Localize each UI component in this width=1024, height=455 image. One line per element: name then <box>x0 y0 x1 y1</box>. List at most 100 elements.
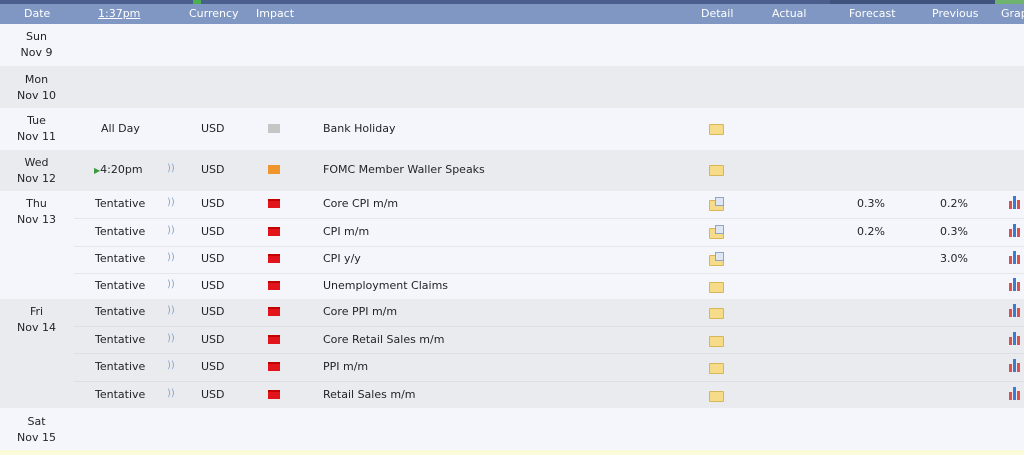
day-row-sat: Sat Nov 15 <box>0 408 1024 450</box>
header-actual: Actual <box>772 7 807 20</box>
event-row[interactable]: Tentative )) USD CPI m/m 0.2% 0.3% <box>0 219 1024 246</box>
impact-gray-icon[interactable] <box>268 124 280 133</box>
event-row[interactable]: Tentative )) USD Core PPI m/m <box>0 299 1024 326</box>
folder-doc-icon[interactable] <box>709 225 724 239</box>
folder-icon[interactable] <box>709 363 724 374</box>
impact-red-icon[interactable] <box>268 335 280 344</box>
event-time-wrap: ▶4:20pm <box>94 163 143 176</box>
bar-graph-icon[interactable] <box>1009 277 1023 291</box>
impact-red-icon[interactable] <box>268 227 280 236</box>
impact-red-icon[interactable] <box>268 307 280 316</box>
event-previous: 0.3% <box>940 225 968 238</box>
day-row-fri: Fri Nov 14 Tentative )) USD Core PPI m/m… <box>0 299 1024 408</box>
folder-doc-icon[interactable] <box>709 252 724 266</box>
folder-icon[interactable] <box>709 391 724 402</box>
folder-icon[interactable] <box>709 165 724 176</box>
sound-wave-icon[interactable]: )) <box>167 163 175 174</box>
header-graph: Grap <box>1001 7 1024 20</box>
event-currency: USD <box>201 388 225 401</box>
bar-graph-icon[interactable] <box>1009 195 1023 209</box>
event-title[interactable]: Core Retail Sales m/m <box>323 333 444 346</box>
event-time: Tentative <box>95 279 146 292</box>
header-current-time-link[interactable]: 1:37pm <box>98 7 140 20</box>
header-date: Date <box>24 7 51 20</box>
sound-wave-icon[interactable]: )) <box>167 225 175 236</box>
folder-icon[interactable] <box>709 282 724 293</box>
event-row[interactable]: Tentative )) USD CPI y/y 3.0% <box>0 247 1024 273</box>
event-previous: 3.0% <box>940 252 968 265</box>
impact-red-icon[interactable] <box>268 362 280 371</box>
sound-wave-icon[interactable]: )) <box>167 360 175 371</box>
sound-wave-icon[interactable]: )) <box>167 305 175 316</box>
bar-graph-icon[interactable] <box>1009 250 1023 264</box>
bottom-strip <box>0 450 1024 455</box>
event-row[interactable]: ▶4:20pm )) USD FOMC Member Waller Speaks <box>0 150 1024 191</box>
day-label: Sun Nov 9 <box>0 29 73 61</box>
event-title[interactable]: Unemployment Claims <box>323 279 448 292</box>
event-time: Tentative <box>95 333 146 346</box>
event-currency: USD <box>201 252 225 265</box>
impact-red-icon[interactable] <box>268 390 280 399</box>
event-row[interactable]: Tentative )) USD PPI m/m <box>0 354 1024 381</box>
event-currency: USD <box>201 279 225 292</box>
day-of-week: Sun <box>26 30 47 43</box>
event-time: Tentative <box>95 305 146 318</box>
event-row[interactable]: All Day USD Bank Holiday <box>0 108 1024 150</box>
day-date: Nov 9 <box>20 46 53 59</box>
event-time: Tentative <box>95 197 146 210</box>
impact-red-icon[interactable] <box>268 281 280 290</box>
event-currency: USD <box>201 305 225 318</box>
event-currency: USD <box>201 225 225 238</box>
folder-icon[interactable] <box>709 308 724 319</box>
day-row-mon: Mon Nov 10 <box>0 66 1024 108</box>
bar-graph-icon[interactable] <box>1009 386 1023 400</box>
day-date: Nov 15 <box>17 431 56 444</box>
folder-doc-icon[interactable] <box>709 197 724 211</box>
event-time: 4:20pm <box>100 163 143 176</box>
event-currency: USD <box>201 163 225 176</box>
impact-red-icon[interactable] <box>268 254 280 263</box>
event-currency: USD <box>201 333 225 346</box>
event-time: Tentative <box>95 388 146 401</box>
event-time: Tentative <box>95 225 146 238</box>
bar-graph-icon[interactable] <box>1009 331 1023 345</box>
event-row[interactable]: Tentative )) USD Retail Sales m/m <box>0 382 1024 408</box>
sound-wave-icon[interactable]: )) <box>167 333 175 344</box>
day-of-week: Mon <box>24 73 49 86</box>
sound-wave-icon[interactable]: )) <box>167 197 175 208</box>
event-title[interactable]: Core PPI m/m <box>323 305 397 318</box>
impact-red-icon[interactable] <box>268 199 280 208</box>
day-label: Sat Nov 15 <box>0 414 73 446</box>
impact-orange-icon[interactable] <box>268 165 280 174</box>
event-title[interactable]: Retail Sales m/m <box>323 388 416 401</box>
day-row-wed: Wed Nov 12 ▶4:20pm )) USD FOMC Member Wa… <box>0 150 1024 191</box>
bar-graph-icon[interactable] <box>1009 223 1023 237</box>
day-date: Nov 10 <box>17 89 56 102</box>
event-title[interactable]: Bank Holiday <box>323 122 395 135</box>
day-row-tue: Tue Nov 11 All Day USD Bank Holiday <box>0 108 1024 150</box>
event-title[interactable]: CPI m/m <box>323 225 369 238</box>
sound-wave-icon[interactable]: )) <box>167 388 175 399</box>
sound-wave-icon[interactable]: )) <box>167 279 175 290</box>
event-title[interactable]: CPI y/y <box>323 252 361 265</box>
event-title[interactable]: FOMC Member Waller Speaks <box>323 163 485 176</box>
event-previous: 0.2% <box>940 197 968 210</box>
event-currency: USD <box>201 197 225 210</box>
event-row[interactable]: Tentative )) USD Core Retail Sales m/m <box>0 327 1024 353</box>
event-time: Tentative <box>95 360 146 373</box>
folder-icon[interactable] <box>709 124 724 135</box>
event-row[interactable]: Tentative )) USD Unemployment Claims <box>0 274 1024 299</box>
event-title[interactable]: Core CPI m/m <box>323 197 398 210</box>
event-time: Tentative <box>95 252 146 265</box>
sound-wave-icon[interactable]: )) <box>167 252 175 263</box>
folder-icon[interactable] <box>709 336 724 347</box>
event-currency: USD <box>201 122 225 135</box>
header-currency: Currency <box>189 7 239 20</box>
bar-graph-icon[interactable] <box>1009 358 1023 372</box>
bar-graph-icon[interactable] <box>1009 303 1023 317</box>
event-row[interactable]: Tentative )) USD Core CPI m/m 0.3% 0.2% <box>0 191 1024 218</box>
event-title[interactable]: PPI m/m <box>323 360 368 373</box>
event-forecast: 0.3% <box>857 197 885 210</box>
day-of-week: Sat <box>27 415 46 428</box>
day-row-thu: Thu Nov 13 Tentative )) USD Core CPI m/m… <box>0 191 1024 299</box>
